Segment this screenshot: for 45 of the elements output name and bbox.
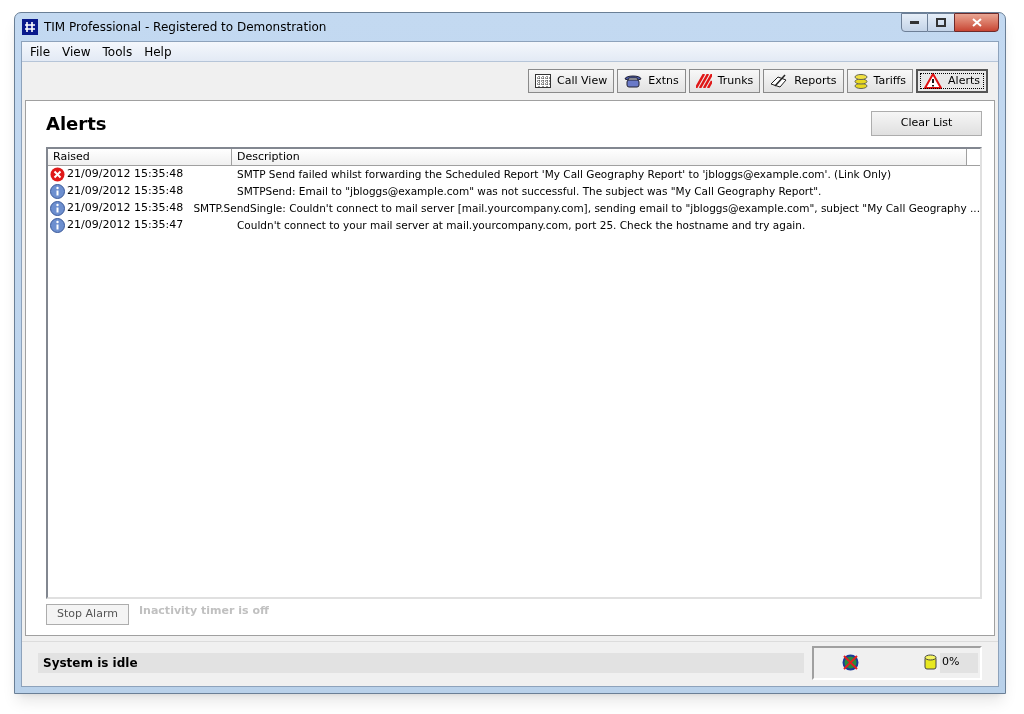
table-cell: 21/09/2012 15:35:48	[67, 166, 184, 183]
stripes-icon	[695, 74, 712, 88]
minimize-icon	[910, 21, 919, 24]
maximize-icon	[936, 18, 946, 27]
table-cell: 21/09/2012 15:35:48	[67, 200, 184, 217]
minimize-button[interactable]	[901, 13, 928, 32]
toolbar-tab[interactable]: Call View	[528, 69, 615, 93]
info-icon	[50, 184, 65, 199]
close-button[interactable]	[954, 13, 999, 32]
table-cell-text: SMTPSend: Email to "jbloggs@example.com" was not successful. The subject was "My Call Geography Report".	[236, 183, 822, 199]
menu-item[interactable]: Help	[138, 42, 178, 61]
database-icon	[924, 654, 937, 671]
toolbar-tab[interactable]: Trunks	[688, 69, 761, 93]
toolbar-tab[interactable]: Alerts	[916, 69, 988, 93]
inactivity-status: Inactivity timer is off	[139, 602, 269, 619]
warning-icon	[924, 73, 943, 89]
menu-item[interactable]: Tools	[96, 42, 139, 61]
pen-paper-icon	[770, 74, 789, 88]
toolbar-tab[interactable]: Extns	[617, 69, 686, 93]
toolbar-tab[interactable]: Tariffs	[846, 69, 914, 93]
toolbar-tab[interactable]: Reports	[763, 69, 844, 93]
table-cell: 21/09/2012 15:35:47	[67, 217, 184, 234]
phone-icon	[624, 74, 643, 88]
clear-list-button[interactable]: Clear List	[871, 110, 982, 136]
error-icon	[50, 167, 65, 182]
status-message: System is idle	[38, 652, 804, 673]
no-connection-icon	[842, 654, 859, 671]
page-title: Alerts	[46, 111, 107, 136]
close-icon	[971, 18, 982, 27]
column-header[interactable]: Raised	[48, 149, 232, 165]
info-icon	[50, 201, 65, 216]
table-cell-text: SMTP Send failed whilst forwarding the Scheduled Report 'My Call Geography Report' to 'jbloggs@example.com'. (Link Only)	[236, 166, 892, 182]
menu-item[interactable]: File	[24, 42, 57, 61]
table-cell: 21/09/2012 15:35:48	[67, 183, 184, 200]
window-title: TIM Professional - Registered to Demonstration	[44, 19, 327, 36]
database-usage: 0%	[940, 652, 978, 673]
maximize-button[interactable]	[928, 13, 954, 32]
table-icon	[535, 74, 552, 88]
table-cell-text: SMTP.SendSingle: Couldn't connect to mail server [mail.yourcompany.com], sending email to "jbloggs@example.com", subject "My Call Geography ...	[192, 200, 980, 216]
column-header[interactable]: Description	[232, 149, 967, 165]
app-logo-icon	[22, 19, 38, 35]
menu-item[interactable]: View	[56, 42, 97, 61]
coins-icon	[853, 73, 868, 89]
info-icon	[50, 218, 65, 233]
table-cell-text: Couldn't connect to your mail server at mail.yourcompany.com, port 25. Check the hostname and try again.	[236, 217, 806, 233]
